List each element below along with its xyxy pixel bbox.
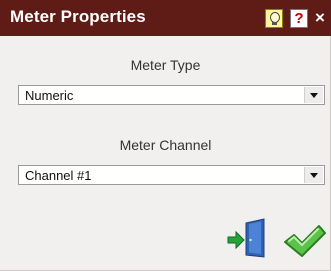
exit-door-icon — [227, 218, 265, 258]
dialog-title: Meter Properties — [10, 7, 146, 26]
help-question-button[interactable]: ? — [290, 9, 308, 28]
meter-properties-dialog: Meter Properties ? × Meter Type Numeric … — [0, 0, 331, 271]
chevron-down-icon[interactable] — [304, 87, 323, 103]
ok-button[interactable] — [281, 221, 327, 261]
chevron-down-icon[interactable] — [304, 167, 323, 183]
lightbulb-base — [272, 22, 277, 25]
title-bar: Meter Properties ? × — [0, 0, 331, 36]
checkmark-icon — [284, 225, 326, 257]
exit-button[interactable] — [226, 215, 276, 260]
help-tips-button[interactable] — [265, 9, 283, 28]
meter-type-label: Meter Type — [130, 57, 201, 73]
meter-type-select[interactable]: Numeric — [18, 85, 325, 105]
meter-channel-label: Meter Channel — [119, 137, 212, 153]
meter-channel-value: Channel #1 — [25, 168, 92, 183]
meter-channel-select[interactable]: Channel #1 — [18, 165, 325, 185]
close-button[interactable]: × — [315, 7, 331, 29]
meter-type-value: Numeric — [25, 88, 74, 103]
